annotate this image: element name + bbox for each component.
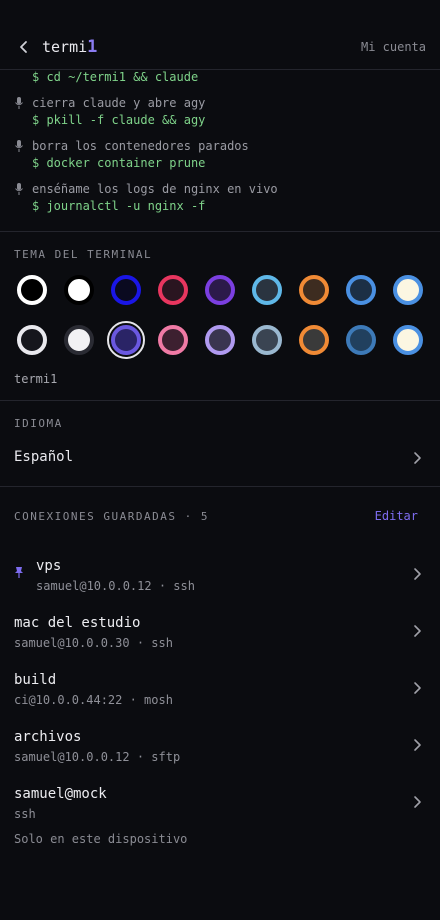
theme-swatch[interactable] bbox=[64, 275, 94, 305]
connection-name: archivos bbox=[14, 729, 82, 745]
microphone-icon bbox=[15, 183, 23, 195]
history-command: $ docker container prune bbox=[32, 156, 206, 170]
theme-swatch[interactable] bbox=[111, 325, 141, 355]
connection-name: vps bbox=[36, 558, 62, 574]
history-item: enséñame los logs de nginx en vivo $ jou… bbox=[14, 182, 434, 213]
history-command: $ cd ~/termi1 && claude bbox=[32, 70, 199, 84]
theme-swatch[interactable] bbox=[111, 275, 141, 305]
chevron-right-icon bbox=[414, 682, 421, 694]
theme-swatch[interactable] bbox=[393, 325, 423, 355]
microphone-icon bbox=[15, 140, 23, 152]
divider bbox=[0, 486, 440, 487]
chevron-right-icon bbox=[414, 796, 421, 808]
connection-name: build bbox=[14, 672, 57, 688]
theme-swatch[interactable] bbox=[205, 325, 235, 355]
top-bar: termi1 Mi cuenta bbox=[0, 28, 440, 68]
history-item: cierra claude y abre agy $ pkill -f clau… bbox=[14, 96, 434, 127]
theme-swatch[interactable] bbox=[64, 325, 94, 355]
chevron-right-icon bbox=[414, 568, 421, 580]
theme-name-label: termi1 bbox=[14, 372, 58, 386]
history-command: $ journalctl -u nginx -f bbox=[32, 199, 206, 213]
connection-detail: samuel@10.0.0.12 · ssh bbox=[36, 579, 195, 593]
history-item: borra los contenedores parados $ docker … bbox=[14, 139, 434, 170]
history-item: $ cd ~/termi1 && claude bbox=[14, 70, 434, 84]
theme-swatch[interactable] bbox=[17, 275, 47, 305]
logo-text: termi bbox=[42, 38, 88, 56]
pin-icon bbox=[15, 567, 23, 578]
connections-footnote: Solo en este dispositivo bbox=[14, 832, 188, 846]
back-chevron-icon[interactable] bbox=[14, 36, 34, 58]
theme-swatch[interactable] bbox=[17, 325, 47, 355]
microphone-icon bbox=[15, 97, 23, 109]
history-prompt: borra los contenedores parados bbox=[32, 139, 249, 153]
connection-detail: ci@10.0.0.44:22 · mosh bbox=[14, 693, 173, 707]
chevron-right-icon bbox=[414, 452, 421, 464]
logo-accent: 1 bbox=[87, 37, 98, 57]
language-section-title: IDIOMA bbox=[14, 417, 63, 430]
theme-swatch[interactable] bbox=[346, 325, 376, 355]
theme-swatch[interactable] bbox=[252, 325, 282, 355]
history-command: $ pkill -f claude && agy bbox=[32, 113, 206, 127]
theme-swatch[interactable] bbox=[205, 275, 235, 305]
connection-row[interactable]: build ci@10.0.0.44:22 · mosh bbox=[0, 671, 440, 715]
history-prompt: enséñame los logs de nginx en vivo bbox=[32, 182, 278, 196]
connection-detail: ssh bbox=[14, 807, 36, 821]
history-prompt: cierra claude y abre agy bbox=[32, 96, 206, 110]
divider bbox=[0, 400, 440, 401]
connection-name: samuel@mock bbox=[14, 786, 107, 802]
theme-swatch[interactable] bbox=[158, 275, 188, 305]
chevron-right-icon bbox=[414, 625, 421, 637]
divider bbox=[0, 231, 440, 232]
theme-swatch[interactable] bbox=[299, 325, 329, 355]
account-link[interactable]: Mi cuenta bbox=[361, 39, 426, 55]
theme-swatch[interactable] bbox=[158, 325, 188, 355]
connection-row[interactable]: vps samuel@10.0.0.12 · ssh bbox=[0, 557, 440, 601]
edit-connections-button[interactable]: Editar bbox=[375, 509, 418, 523]
chevron-right-icon bbox=[414, 739, 421, 751]
app-logo: termi1 bbox=[42, 36, 97, 58]
theme-swatch[interactable] bbox=[346, 275, 376, 305]
theme-section-title: TEMA DEL TERMINAL bbox=[14, 248, 153, 261]
connection-row[interactable]: archivos samuel@10.0.0.12 · sftp bbox=[0, 728, 440, 772]
connection-row[interactable]: samuel@mock ssh bbox=[0, 785, 440, 829]
connection-name: mac del estudio bbox=[14, 615, 141, 631]
language-value: Español bbox=[14, 449, 74, 465]
connections-section-title: CONEXIONES GUARDADAS · 5 bbox=[14, 510, 209, 523]
theme-swatch[interactable] bbox=[299, 275, 329, 305]
connection-detail: samuel@10.0.0.30 · ssh bbox=[14, 636, 173, 650]
connection-detail: samuel@10.0.0.12 · sftp bbox=[14, 750, 181, 764]
theme-swatch[interactable] bbox=[252, 275, 282, 305]
language-selector[interactable]: Español bbox=[0, 444, 440, 472]
theme-swatch[interactable] bbox=[393, 275, 423, 305]
connection-row[interactable]: mac del estudio samuel@10.0.0.30 · ssh bbox=[0, 614, 440, 658]
